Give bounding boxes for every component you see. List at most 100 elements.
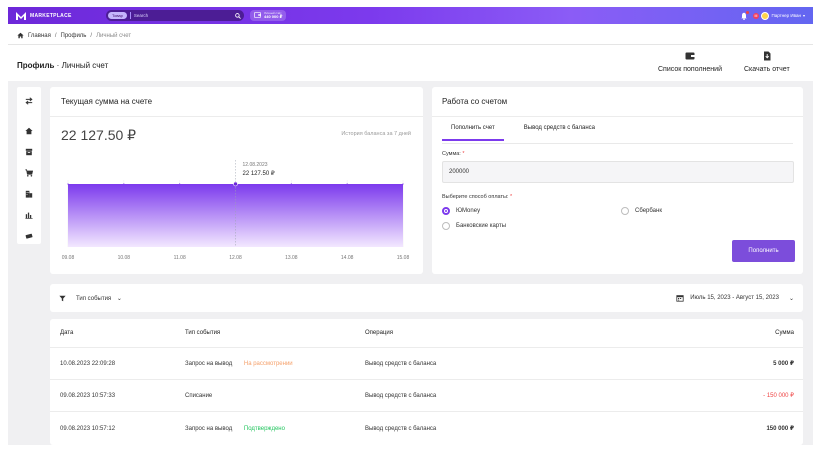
- breadcrumb-separator: /: [90, 32, 93, 39]
- page-title: Профиль · Личный счет: [17, 61, 108, 70]
- tooltip-date: 12.08.2023: [243, 162, 268, 168]
- amount-value: 200000: [449, 169, 470, 175]
- column-header-date[interactable]: Дата: [60, 330, 73, 336]
- logo-icon: [16, 11, 26, 20]
- x-tick-label: 10.08: [118, 255, 131, 261]
- row-sum: 150 000 ₽: [766, 426, 794, 432]
- avatar: [761, 11, 770, 20]
- x-tick-label: 13.08: [285, 255, 298, 261]
- wallet-icon: [254, 11, 261, 20]
- tabs-divider: [442, 143, 793, 144]
- breadcrumb-home[interactable]: Главная: [28, 33, 51, 39]
- radio-selected[interactable]: [442, 207, 450, 215]
- side-rail: [17, 87, 41, 244]
- status-badge: Подтверждено: [243, 425, 285, 432]
- tab-withdraw[interactable]: Вывод средств с баланса: [524, 125, 604, 141]
- cart-icon[interactable]: [25, 169, 34, 177]
- chart-point[interactable]: [346, 183, 348, 185]
- money-icon[interactable]: [25, 232, 33, 240]
- search-category-select[interactable]: Товар: [108, 12, 127, 19]
- row-type: Списание: [185, 393, 212, 399]
- row-type: Запрос на вывод Подтверждено: [185, 426, 285, 432]
- amount-label-text: Сумма:: [442, 151, 461, 157]
- user-menu[interactable]: М Партнер Иван ▾: [752, 11, 805, 20]
- payment-option-label: Сбербанк: [635, 208, 662, 214]
- logo[interactable]: MARKETPLACE: [16, 11, 106, 20]
- payment-option-yoomoney[interactable]: ЮMoney: [442, 207, 480, 215]
- download-report-label: Скачать отчет: [744, 66, 790, 73]
- filter-bar: Тип события ⌄ Июль 15, 2023 - Август 15,…: [50, 284, 803, 312]
- account-tabs: Пополнить счет Вывод средств с баланса: [442, 125, 604, 141]
- table-row[interactable]: 10.08.2023 22:09:28 Запрос на вывод На р…: [50, 348, 803, 380]
- event-type-filter[interactable]: Тип события ⌄: [76, 295, 122, 302]
- header-balance-label: Личный счёт: [264, 10, 282, 15]
- x-tick-label: 11.08: [174, 255, 186, 261]
- user-badge: М: [752, 12, 760, 19]
- x-tick-label: 12.08: [229, 255, 242, 261]
- bar-chart-icon[interactable]: [25, 211, 33, 219]
- balance-card: Текущая сумма на счете 22 127.50 ₽ Истор…: [50, 87, 423, 274]
- amount-field[interactable]: 200000: [442, 161, 794, 183]
- row-sum: 5 000 ₽: [773, 361, 794, 367]
- building-icon[interactable]: [25, 190, 33, 198]
- chart-point[interactable]: [290, 183, 292, 185]
- chart-point[interactable]: [179, 183, 181, 185]
- row-type-text: Списание: [185, 392, 213, 399]
- tab-topup[interactable]: Пополнить счет: [442, 125, 504, 141]
- divider: [432, 116, 803, 117]
- search-input[interactable]: [133, 13, 234, 18]
- date-range-picker[interactable]: Июль 15, 2023 - Август 15, 2023 ⌄: [676, 294, 794, 302]
- topup-submit-button[interactable]: Пополнить: [732, 240, 795, 262]
- home-icon[interactable]: [25, 127, 33, 135]
- search-bar: Товар: [106, 10, 244, 21]
- home-icon[interactable]: [17, 32, 24, 39]
- chart-point[interactable]: [123, 183, 125, 185]
- swap-icon[interactable]: [25, 97, 33, 105]
- payment-option-cards[interactable]: Банковские карты: [442, 222, 506, 230]
- radio-unselected[interactable]: [442, 222, 450, 230]
- column-header-sum[interactable]: Сумма: [775, 330, 794, 336]
- topups-list-label: Список пополнений: [658, 66, 722, 73]
- page-title-rest: · Личный счет: [54, 61, 109, 70]
- column-header-type[interactable]: Тип события: [185, 330, 220, 336]
- topups-list-button[interactable]: Список пополнений: [658, 51, 722, 73]
- chevron-down-icon: ⌄: [116, 295, 122, 302]
- table-row[interactable]: 09.08.2023 10:57:12 Запрос на вывод Подт…: [50, 412, 803, 445]
- payment-option-label: Банковские карты: [456, 223, 507, 229]
- breadcrumb-profile[interactable]: Профиль: [61, 33, 87, 39]
- page-title-bold: Профиль: [17, 61, 55, 70]
- transactions-table: Дата Тип события Операция Сумма 10.08.20…: [50, 319, 803, 445]
- header-balance[interactable]: Личный счёт 440 000 ₽: [250, 10, 287, 21]
- breadcrumb-current: Личный счет: [96, 32, 132, 39]
- row-operation: Вывод средств с баланса: [365, 392, 437, 399]
- row-type-text: Запрос на вывод: [185, 425, 233, 432]
- bell-icon[interactable]: [740, 10, 749, 20]
- notification-dot: [745, 10, 749, 14]
- row-date: 09.08.2023 10:57:33: [60, 392, 116, 399]
- chart-point[interactable]: [67, 183, 69, 185]
- user-name: Партнер Иван: [771, 13, 801, 18]
- tooltip-value: 22 127.50 ₽: [243, 170, 275, 177]
- column-header-operation[interactable]: Операция: [365, 330, 393, 336]
- search-icon[interactable]: [234, 12, 242, 20]
- table-row[interactable]: 09.08.2023 10:57:33 Списание Вывод средс…: [50, 380, 803, 412]
- radio-unselected[interactable]: [621, 207, 629, 215]
- payment-option-sberbank[interactable]: Сбербанк: [621, 207, 662, 215]
- breadcrumb-separator: /: [54, 32, 57, 39]
- search-separator: [129, 12, 131, 19]
- filter-icon[interactable]: [59, 295, 66, 302]
- logo-text: MARKETPLACE: [30, 12, 72, 19]
- chart-point[interactable]: [402, 183, 404, 185]
- payment-method-label-text: Выберите способ оплаты:: [442, 194, 509, 200]
- event-type-filter-label: Тип события: [76, 295, 112, 302]
- archive-icon[interactable]: [25, 148, 33, 156]
- row-date: 09.08.2023 10:57:12: [60, 425, 116, 432]
- account-card-title: Работа со счетом: [442, 97, 508, 106]
- tooltip-dot[interactable]: [233, 181, 238, 187]
- header-balance-value: 440 000 ₽: [264, 14, 283, 19]
- payment-option-label: ЮMoney: [456, 208, 481, 214]
- x-tick-label: 14.08: [341, 255, 354, 261]
- date-range-value: Июль 15, 2023 - Август 15, 2023: [690, 295, 779, 301]
- calendar-icon: [676, 294, 684, 302]
- download-report-button[interactable]: Скачать отчет: [744, 51, 790, 73]
